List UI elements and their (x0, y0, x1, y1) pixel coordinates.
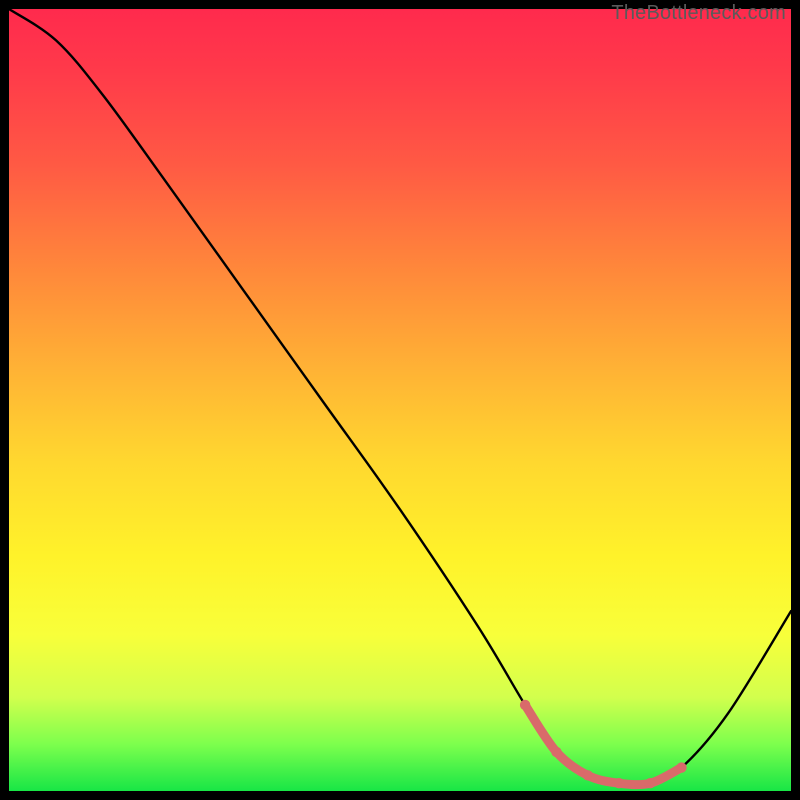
chart-svg (9, 9, 791, 791)
bottleneck-curve-highlight (525, 705, 681, 785)
highlight-dot (614, 778, 624, 788)
chart-frame: TheBottleneck.com (0, 0, 800, 800)
highlight-dot (520, 700, 530, 710)
highlight-dot (645, 778, 655, 788)
highlight-dot (551, 747, 561, 757)
highlight-dot (582, 770, 592, 780)
chart-plot-area (9, 9, 791, 791)
attribution-text: TheBottleneck.com (611, 2, 786, 25)
bottleneck-curve-line (9, 9, 791, 785)
highlight-dot (676, 762, 686, 772)
